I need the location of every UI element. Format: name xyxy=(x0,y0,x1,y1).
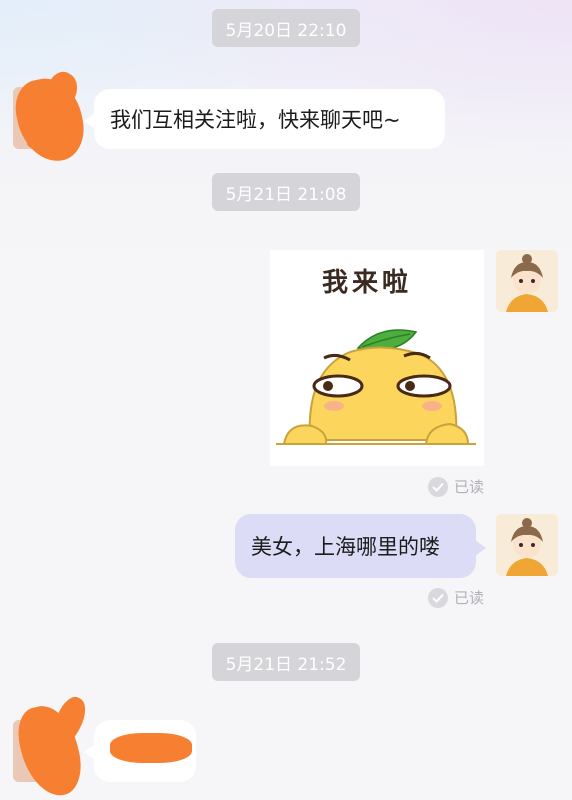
read-receipt: 已读 xyxy=(428,587,484,608)
timestamp-text: 5月20日 22:10 xyxy=(225,20,347,41)
check-icon xyxy=(428,476,448,497)
sticker-mascot-image xyxy=(276,329,476,445)
timestamp-text: 5月21日 21:08 xyxy=(225,184,347,205)
timestamp-text: 5月21日 21:52 xyxy=(225,654,347,675)
timestamp-pill: 5月21日 21:52 xyxy=(212,643,360,681)
avatar-image xyxy=(496,250,558,312)
message-text: 美女，上海哪里的喽 xyxy=(251,535,440,559)
read-label: 已读 xyxy=(454,478,485,496)
my-avatar[interactable] xyxy=(496,250,558,312)
message-text: 我们互相关注啦，快来聊天吧~ xyxy=(110,108,401,132)
sticker-message[interactable]: 我来啦 xyxy=(270,250,484,466)
read-label: 已读 xyxy=(454,589,485,607)
avatar-image xyxy=(496,514,558,576)
check-icon xyxy=(428,587,448,608)
my-avatar[interactable] xyxy=(496,514,558,576)
timestamp-pill: 5月20日 22:10 xyxy=(212,9,360,47)
redaction-mark xyxy=(110,733,192,763)
message-bubble-sent[interactable]: 美女，上海哪里的喽 xyxy=(235,514,486,578)
timestamp-pill: 5月21日 21:08 xyxy=(212,173,360,211)
read-receipt: 已读 xyxy=(428,476,484,497)
message-bubble-received[interactable]: 我们互相关注啦，快来聊天吧~ xyxy=(84,89,445,149)
